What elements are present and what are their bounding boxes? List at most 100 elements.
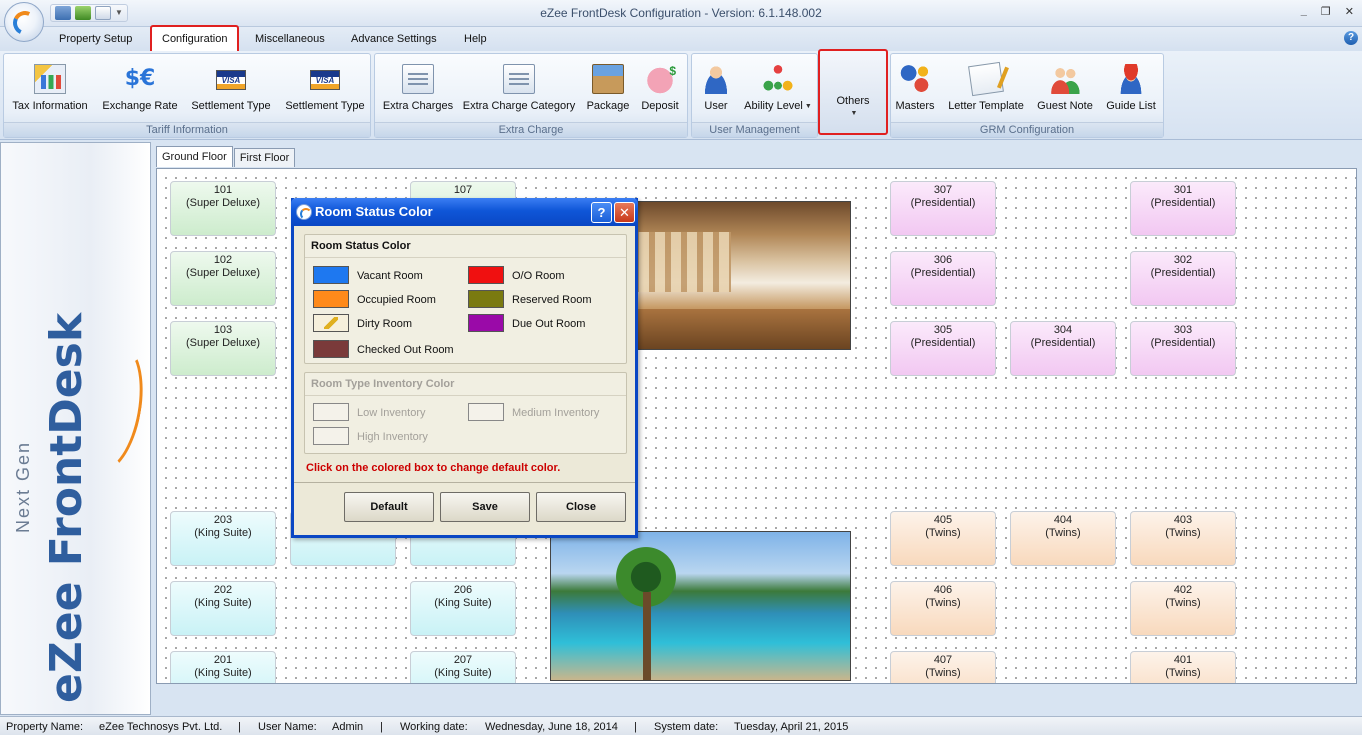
default-button[interactable]: Default: [344, 492, 434, 522]
guide-list-button[interactable]: Guide List: [1103, 60, 1159, 120]
minimize-button[interactable]: _: [1301, 5, 1307, 18]
system-date-label: System date:: [654, 721, 719, 733]
status-separator: |: [634, 721, 637, 733]
tab-ground-floor[interactable]: Ground Floor: [156, 146, 233, 167]
room-type: (Presidential): [1030, 337, 1096, 349]
room-status-section: Room Status Color Vacant Room O/O Room O…: [304, 234, 627, 364]
room-tile[interactable]: 203 (King Suite): [170, 511, 276, 566]
room-type: (Twins): [1165, 667, 1201, 679]
floor-tabs: Ground Floor First Floor: [156, 146, 296, 168]
brand-tagline: Next Gen: [13, 440, 33, 533]
room-tile[interactable]: 206 (King Suite): [410, 581, 516, 636]
others-button[interactable]: Others ▼: [818, 49, 888, 135]
user-button[interactable]: User: [696, 60, 736, 120]
room-number: 206: [453, 584, 473, 596]
room-type: (Twins): [925, 597, 961, 609]
checked-out-room-swatch[interactable]: [313, 340, 349, 358]
dialog-help-button[interactable]: ?: [591, 202, 612, 223]
oo-room-swatch[interactable]: [468, 266, 504, 284]
room-tile[interactable]: 407 (Twins): [890, 651, 996, 683]
piggy-bank-icon: [644, 64, 676, 94]
user-name-value: Admin: [332, 721, 364, 733]
room-type: (Twins): [1045, 527, 1081, 539]
settlement-type-button[interactable]: VISA Settlement Type: [188, 60, 274, 120]
property-name-value: eZee Technosys Pvt. Ltd.: [99, 721, 223, 733]
guest-note-button[interactable]: Guest Note: [1035, 60, 1095, 120]
room-tile[interactable]: 403 (Twins): [1130, 511, 1236, 566]
exchange-rate-button[interactable]: $€ Exchange Rate: [100, 60, 180, 120]
tax-information-button[interactable]: Tax Information: [8, 60, 92, 120]
package-box-icon: [592, 64, 624, 94]
tab-first-floor[interactable]: First Floor: [233, 148, 296, 167]
reserved-room-swatch[interactable]: [468, 290, 504, 308]
ability-level-label: Ability Level: [744, 100, 803, 112]
room-tile[interactable]: 304 (Presidential): [1010, 321, 1116, 376]
room-tile[interactable]: 406 (Twins): [890, 581, 996, 636]
occupied-room-swatch[interactable]: [313, 290, 349, 308]
room-tile[interactable]: 207 (King Suite): [410, 651, 516, 683]
room-number: 202: [213, 584, 233, 596]
dirty-room-swatch[interactable]: [313, 314, 349, 332]
dialog-close-icon[interactable]: ✕: [614, 202, 635, 223]
close-window-button[interactable]: ✕: [1345, 5, 1354, 18]
room-tile[interactable]: 305 (Presidential): [890, 321, 996, 376]
masters-button[interactable]: Masters: [893, 60, 937, 120]
tab-miscellaneous[interactable]: Miscellaneous: [255, 31, 325, 49]
room-tile[interactable]: 306 (Presidential): [890, 251, 996, 306]
room-tile[interactable]: 303 (Presidential): [1130, 321, 1236, 376]
dialog-title-bar[interactable]: Room Status Color ? ✕: [291, 198, 638, 226]
tab-help[interactable]: Help: [464, 31, 487, 49]
reserved-room-label: Reserved Room: [512, 294, 592, 306]
chevron-down-icon: ▼: [850, 109, 858, 117]
vacant-room-swatch[interactable]: [313, 266, 349, 284]
room-number: 207: [453, 654, 473, 666]
user-icon: [700, 64, 732, 94]
room-type: (Presidential): [910, 267, 976, 279]
letter-pen-icon: [968, 61, 1004, 97]
window-controls: _ ❐ ✕: [1301, 5, 1354, 18]
letter-template-button[interactable]: Letter Template: [945, 60, 1027, 120]
medium-inventory-label: Medium Inventory: [512, 407, 600, 419]
low-inventory-swatch: [313, 403, 349, 421]
tab-configuration[interactable]: Configuration: [150, 25, 240, 54]
close-button[interactable]: Close: [536, 492, 626, 522]
extra-charge-category-button[interactable]: Extra Charge Category: [461, 60, 577, 120]
group-label-user: User Management: [692, 122, 817, 137]
brand-panel: eZee FrontDesk Next Gen: [0, 142, 151, 715]
room-tile[interactable]: 201 (King Suite): [170, 651, 276, 683]
masters-icon: [899, 64, 931, 94]
room-tile[interactable]: 405 (Twins): [890, 511, 996, 566]
deposit-button[interactable]: Deposit: [637, 60, 683, 120]
room-tile[interactable]: 402 (Twins): [1130, 581, 1236, 636]
save-button[interactable]: Save: [440, 492, 530, 522]
room-number: 103: [213, 324, 233, 336]
room-tile[interactable]: 202 (King Suite): [170, 581, 276, 636]
room-tile[interactable]: 102 (Super Deluxe): [170, 251, 276, 306]
extra-charge-category-icon: [503, 64, 535, 94]
settlement-type-button-2[interactable]: VISA Settlement Type: [282, 60, 368, 120]
app-menu-orb[interactable]: [4, 2, 44, 42]
tab-advance-settings[interactable]: Advance Settings: [351, 31, 437, 49]
brand-logo: eZee FrontDesk Next Gen: [13, 313, 92, 703]
room-tile[interactable]: 307 (Presidential): [890, 181, 996, 236]
help-icon[interactable]: ?: [1344, 31, 1358, 45]
room-tile[interactable]: 302 (Presidential): [1130, 251, 1236, 306]
room-tile[interactable]: 301 (Presidential): [1130, 181, 1236, 236]
package-button[interactable]: Package: [583, 60, 633, 120]
room-tile[interactable]: 401 (Twins): [1130, 651, 1236, 683]
user-label: User: [704, 100, 728, 112]
ability-level-button[interactable]: Ability Level ▼: [742, 60, 814, 120]
room-tile[interactable]: 404 (Twins): [1010, 511, 1116, 566]
tab-property-setup[interactable]: Property Setup: [59, 31, 132, 49]
room-number: 107: [453, 184, 473, 196]
vacant-room-label: Vacant Room: [357, 270, 423, 282]
room-tile[interactable]: 103 (Super Deluxe): [170, 321, 276, 376]
room-number: 403: [1173, 514, 1193, 526]
room-number: 404: [1053, 514, 1073, 526]
due-out-room-swatch[interactable]: [468, 314, 504, 332]
section-title: Room Type Inventory Color: [311, 378, 455, 390]
extra-charges-button[interactable]: Extra Charges: [379, 60, 457, 120]
restore-button[interactable]: ❐: [1321, 5, 1331, 18]
medium-inventory-swatch: [468, 403, 504, 421]
room-tile[interactable]: 101 (Super Deluxe): [170, 181, 276, 236]
